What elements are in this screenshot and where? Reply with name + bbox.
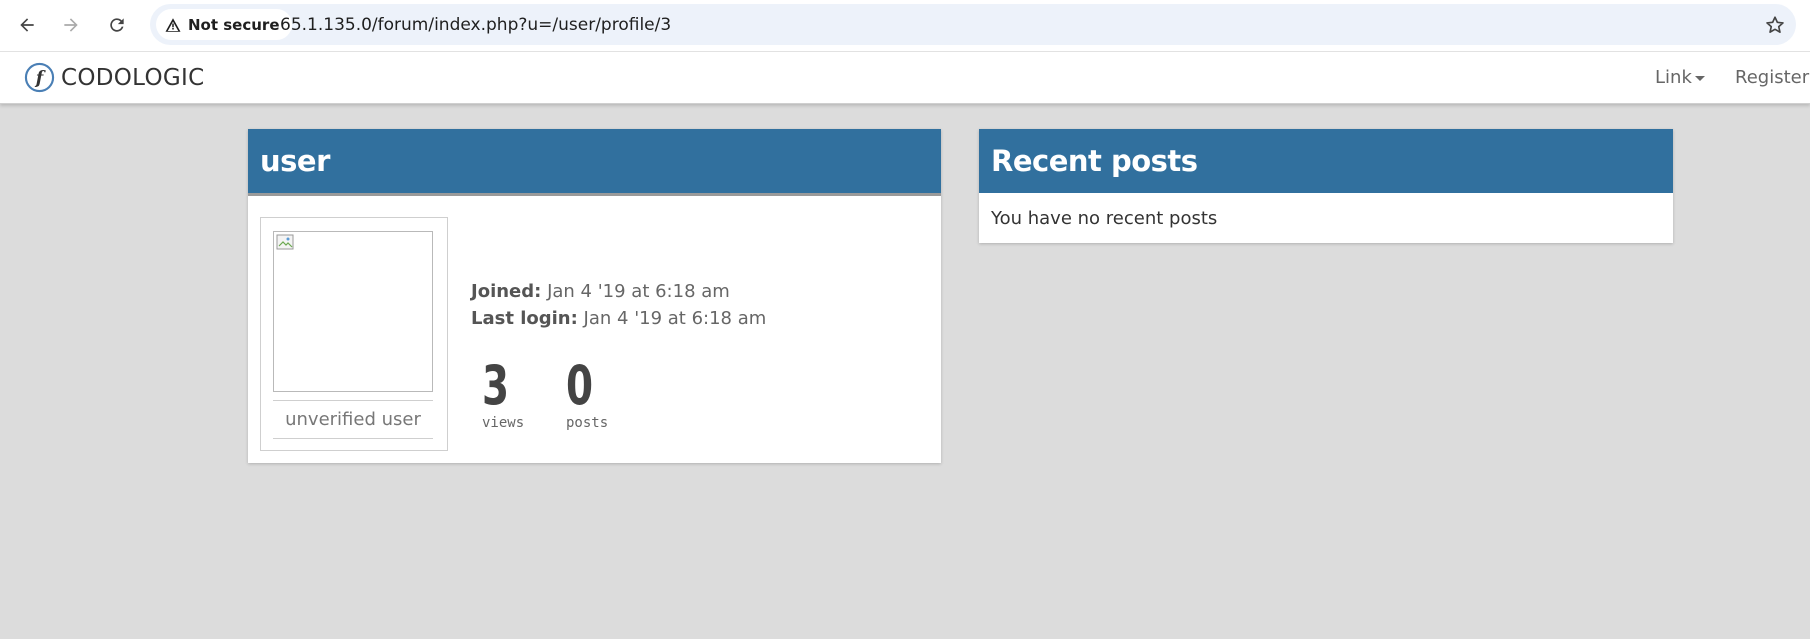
posts-stat: 0 posts (566, 354, 609, 432)
security-indicator[interactable]: Not secure (156, 9, 292, 40)
site-navbar: f CODOLOGIC Link Register (0, 52, 1810, 104)
svg-text:f: f (34, 68, 46, 88)
user-rank: unverified user (273, 400, 433, 439)
views-stat: 3 views (482, 354, 525, 432)
back-arrow-icon (20, 18, 34, 32)
posts-count: 0 (566, 354, 594, 417)
views-count: 3 (482, 354, 510, 417)
reload-button[interactable] (102, 10, 132, 40)
brand-link[interactable]: f CODOLOGIC (24, 62, 204, 93)
avatar-card: unverified user (260, 217, 448, 451)
warning-icon (165, 17, 181, 32)
broken-image-icon (276, 234, 294, 250)
views-label: views (482, 415, 525, 431)
recent-posts-panel: Recent posts You have no recent posts (979, 129, 1673, 243)
joined-label: Joined: (471, 281, 542, 302)
link-dropdown[interactable]: Link (1655, 67, 1705, 88)
forward-arrow-icon (64, 18, 78, 32)
link-dropdown-label: Link (1655, 67, 1692, 88)
posts-label: posts (566, 415, 609, 431)
caret-down-icon (1694, 75, 1705, 81)
address-bar[interactable]: Not secure 65.1.135.0/forum/index.php?u=… (150, 4, 1796, 45)
last-login-row: Last login: Jan 4 '19 at 6:18 am (471, 308, 766, 329)
url-text[interactable]: 65.1.135.0/forum/index.php?u=/user/profi… (280, 15, 671, 35)
browser-toolbar: Not secure 65.1.135.0/forum/index.php?u=… (0, 0, 1810, 52)
no-posts-message: You have no recent posts (991, 208, 1218, 229)
security-label: Not secure (188, 15, 280, 34)
avatar (273, 231, 433, 392)
last-login-label: Last login: (471, 308, 578, 329)
codologic-logo-icon: f (24, 62, 55, 93)
forward-button[interactable] (56, 10, 86, 40)
profile-username-heading: user (248, 129, 941, 196)
reload-icon (110, 18, 124, 32)
register-link[interactable]: Register (1735, 67, 1809, 88)
recent-posts-heading: Recent posts (979, 129, 1673, 193)
brand-name: CODOLOGIC (61, 64, 205, 91)
last-login-value: Jan 4 '19 at 6:18 am (583, 308, 767, 329)
joined-value: Jan 4 '19 at 6:18 am (547, 281, 730, 302)
joined-row: Joined: Jan 4 '19 at 6:18 am (471, 281, 730, 302)
back-button[interactable] (12, 10, 42, 40)
profile-panel: user unverified user Joined: Jan 4 '19 a… (248, 129, 941, 463)
bookmark-star-icon[interactable] (1764, 14, 1786, 36)
